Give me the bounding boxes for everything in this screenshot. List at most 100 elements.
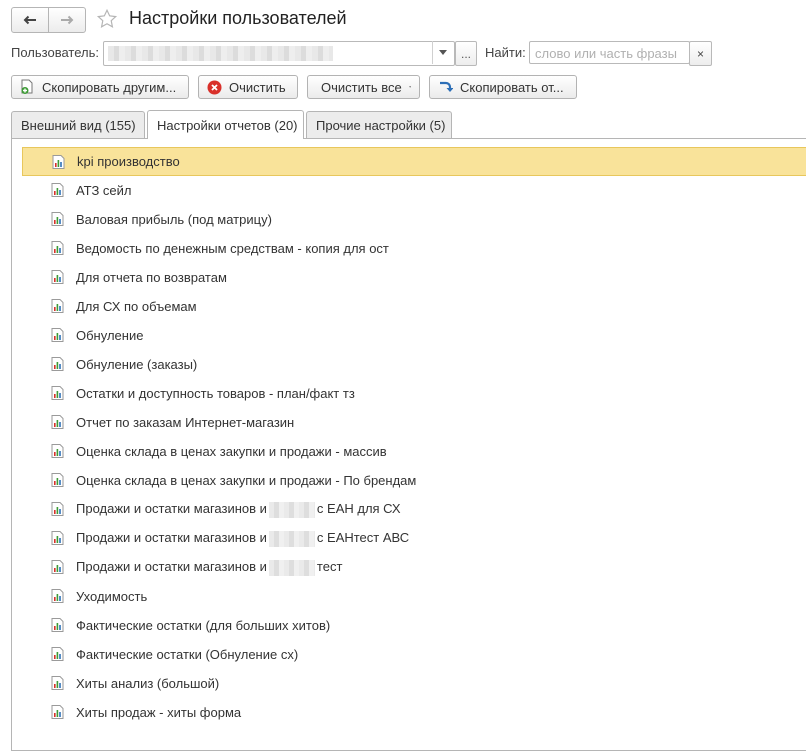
report-name: Ведомость по денежным средствам - копия … <box>76 241 389 256</box>
arrow-right-icon <box>61 15 74 25</box>
report-icon <box>51 386 64 400</box>
navigation-buttons <box>11 7 86 33</box>
tab-report-settings[interactable]: Настройки отчетов (20) <box>147 110 304 139</box>
report-row[interactable]: Уходимость <box>22 582 806 611</box>
copy-from-arrow-icon <box>438 80 453 94</box>
chevron-down-icon <box>439 50 447 55</box>
report-name: Продажи и остатки магазинов и тест <box>76 559 342 576</box>
report-name: Обнуление (заказы) <box>76 357 197 372</box>
report-name: Оценка склада в ценах закупки и продажи … <box>76 473 416 488</box>
report-name-part: Фактические остатки (Обнуление сх) <box>76 647 299 662</box>
report-icon <box>51 502 64 516</box>
report-row[interactable]: Продажи и остатки магазинов и с ЕАН для С… <box>22 495 806 524</box>
report-name-part: Для СХ по объемам <box>76 299 197 314</box>
report-row[interactable]: Остатки и доступность товаров - план/фак… <box>22 379 806 408</box>
clear-all-button[interactable]: Очистить все <box>307 75 420 99</box>
report-name: Оценка склада в ценах закупки и продажи … <box>76 444 387 459</box>
report-name-part: с ЕАН для СХ <box>316 501 401 517</box>
redacted-text <box>268 501 315 518</box>
report-name: Продажи и остатки магазинов и с ЕАНтест А… <box>76 530 409 547</box>
forward-button[interactable] <box>48 8 85 32</box>
report-name-part: Обнуление <box>76 328 144 343</box>
report-name-part: Оценка склада в ценах закупки и продажи … <box>76 444 387 459</box>
report-name-part: kpi производство <box>77 154 180 169</box>
report-icon <box>51 444 64 458</box>
report-name: Обнуление <box>76 328 143 343</box>
report-name: Фактические остатки (Обнуление сх) <box>76 647 298 662</box>
report-icon <box>51 531 64 545</box>
report-name-part: АТЗ сейл <box>76 183 132 198</box>
report-icon <box>51 415 64 429</box>
report-row[interactable]: Обнуление <box>22 321 806 350</box>
report-icon <box>51 705 64 719</box>
report-icon <box>51 270 64 284</box>
report-name-part: Обнуление (заказы) <box>76 357 198 372</box>
report-name-part: тест <box>316 559 343 575</box>
report-row[interactable]: Ведомость по денежным средствам - копия … <box>22 234 806 263</box>
user-value-redacted <box>108 46 333 61</box>
report-row[interactable]: АТЗ сейл <box>22 176 806 205</box>
report-row[interactable]: Хиты продаж - хиты форма <box>22 698 806 727</box>
report-icon <box>51 212 64 226</box>
search-clear-button[interactable]: × <box>689 41 712 66</box>
report-row[interactable]: Для СХ по объемам <box>22 292 806 321</box>
clear-all-label: Очистить все <box>321 79 402 95</box>
report-row[interactable]: Хиты анализ (большой) <box>22 669 806 698</box>
report-name-part: Отчет по заказам Интернет-магазин <box>76 415 295 430</box>
report-icon <box>51 241 64 255</box>
report-name-part: с ЕАНтест АВС <box>316 530 410 546</box>
report-name: Уходимость <box>76 589 147 604</box>
tab-appearance[interactable]: Внешний вид (155) <box>11 111 145 138</box>
report-name: Продажи и остатки магазинов и с ЕАН для С… <box>76 501 401 518</box>
copy-from-button[interactable]: Скопировать от... <box>429 75 577 99</box>
report-name-part: Продажи и остатки магазинов и <box>76 559 267 575</box>
star-icon <box>96 8 118 28</box>
clear-button[interactable]: Очистить <box>198 75 298 99</box>
user-field[interactable] <box>103 41 455 66</box>
report-icon <box>51 589 64 603</box>
report-row[interactable]: Фактические остатки (Обнуление сх) <box>22 640 806 669</box>
report-row[interactable]: Оценка склада в ценах закупки и продажи … <box>22 466 806 495</box>
report-row[interactable]: Продажи и остатки магазинов и с ЕАНтест А… <box>22 524 806 553</box>
search-input[interactable]: слово или часть фразы <box>529 41 690 64</box>
tab-other-settings[interactable]: Прочие настройки (5) <box>306 111 452 138</box>
report-name: Для СХ по объемам <box>76 299 197 314</box>
report-icon <box>51 473 64 487</box>
report-row[interactable]: Отчет по заказам Интернет-магазин <box>22 408 806 437</box>
favorite-star-button[interactable] <box>95 7 119 31</box>
report-icon <box>52 155 65 169</box>
report-name-part: Остатки и доступность товаров - план/фак… <box>76 386 355 401</box>
user-select-button[interactable]: ... <box>455 41 477 66</box>
report-name-part: Уходимость <box>76 589 148 604</box>
page-title: Настройки пользователей <box>129 8 347 28</box>
report-icon <box>51 328 64 342</box>
report-row[interactable]: Валовая прибыль (под матрицу) <box>22 205 806 234</box>
report-name: Остатки и доступность товаров - план/фак… <box>76 386 355 401</box>
report-icon <box>51 357 64 371</box>
report-name: Хиты анализ (большой) <box>76 676 219 691</box>
copy-to-others-button[interactable]: Скопировать другим... <box>11 75 189 99</box>
report-name: Валовая прибыль (под матрицу) <box>76 212 272 227</box>
report-icon <box>51 299 64 313</box>
report-row[interactable]: Фактические остатки (для больших хитов) <box>22 611 806 640</box>
report-row[interactable]: Продажи и остатки магазинов и тест <box>22 553 806 582</box>
report-name-part: Хиты продаж - хиты форма <box>76 705 242 720</box>
back-button[interactable] <box>12 8 48 32</box>
redacted-text <box>268 559 315 576</box>
report-name-part: Фактические остатки (для больших хитов) <box>76 618 331 633</box>
report-row[interactable]: Обнуление (заказы) <box>22 350 806 379</box>
report-name: Хиты продаж - хиты форма <box>76 705 241 720</box>
user-dropdown-button[interactable] <box>432 41 453 64</box>
report-row[interactable]: Оценка склада в ценах закупки и продажи … <box>22 437 806 466</box>
report-row[interactable]: Для отчета по возвратам <box>22 263 806 292</box>
report-icon <box>51 560 64 574</box>
clear-label: Очистить <box>229 79 286 95</box>
chevron-down-icon <box>408 86 411 88</box>
report-row[interactable]: kpi производство <box>22 147 806 176</box>
report-settings-list: kpi производство АТЗ сейл Валовая прибыль … <box>22 147 806 727</box>
report-name-part: Продажи и остатки магазинов и <box>76 501 267 517</box>
report-icon <box>51 618 64 632</box>
report-icon <box>51 183 64 197</box>
report-name: Для отчета по возвратам <box>76 270 227 285</box>
report-name: Фактические остатки (для больших хитов) <box>76 618 330 633</box>
